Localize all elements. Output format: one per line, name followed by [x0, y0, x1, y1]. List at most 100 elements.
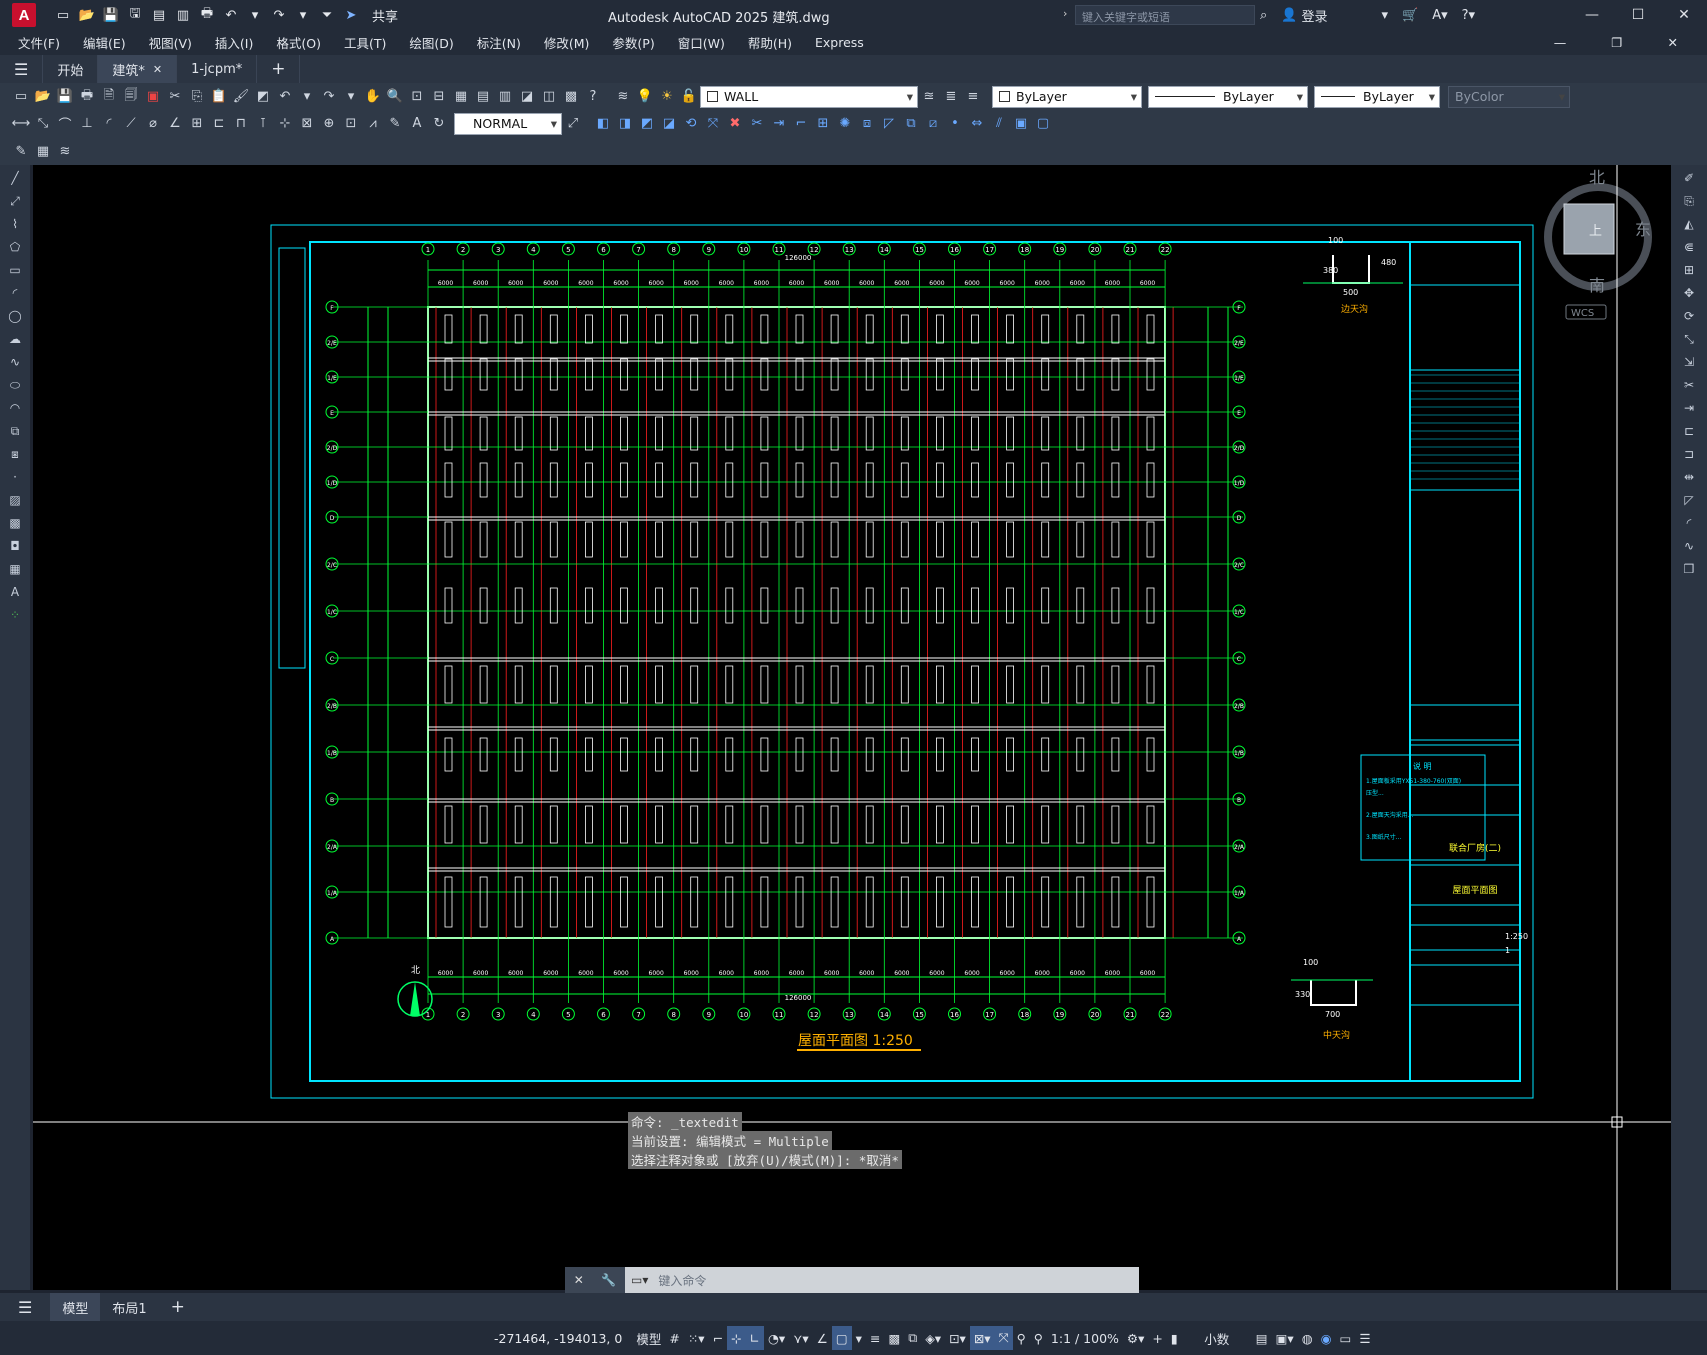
cart-icon[interactable]: 🛒: [1402, 8, 1418, 23]
calculator-icon[interactable]: ▩: [561, 87, 581, 107]
open-icon[interactable]: 📂: [33, 87, 53, 107]
isolate-objects-icon[interactable]: ◍: [1298, 1326, 1317, 1350]
lineweight-icon[interactable]: ≡: [866, 1326, 884, 1350]
lock-ui-icon[interactable]: ▣▾: [1272, 1326, 1298, 1350]
tab-layout1[interactable]: 布局1: [100, 1293, 158, 1321]
search-input[interactable]: 键入关键字或短语: [1075, 5, 1255, 25]
sheet-set-icon[interactable]: ◪: [517, 87, 537, 107]
polar-icon[interactable]: ◔▾: [764, 1326, 789, 1350]
color-dropdown[interactable]: ByLayer: [992, 85, 1142, 108]
explode-icon[interactable]: ❒: [1679, 559, 1699, 579]
new-tab-icon[interactable]: +: [257, 55, 301, 83]
point-icon[interactable]: •: [945, 114, 965, 134]
join-icon[interactable]: ⇹: [1679, 467, 1699, 487]
chamfer-icon[interactable]: ◸: [1679, 490, 1699, 510]
make-current-icon[interactable]: ≊: [919, 87, 939, 107]
extend-icon[interactable]: ⇥: [769, 114, 789, 134]
array-icon[interactable]: ⊞: [1679, 260, 1699, 280]
layer-states-icon[interactable]: ≡: [963, 87, 983, 107]
preview-icon[interactable]: 🗎: [99, 87, 119, 107]
layer-previous-icon[interactable]: ≣: [941, 87, 961, 107]
hamburger-menu-icon[interactable]: ☰: [0, 55, 44, 83]
gizmo-icon[interactable]: ⤧: [994, 1326, 1013, 1350]
fillet-icon[interactable]: ◜: [1679, 513, 1699, 533]
polygon-icon[interactable]: ⬠: [5, 237, 25, 257]
dim-edit-icon[interactable]: ✎: [385, 114, 405, 134]
redo-dropdown-icon[interactable]: ▾: [294, 6, 312, 24]
trim-icon[interactable]: ✂: [1679, 375, 1699, 395]
menu-tools[interactable]: 工具(T): [344, 33, 386, 52]
ellipse-icon[interactable]: ⬭: [5, 375, 25, 395]
break-obj-icon[interactable]: ⧄: [923, 114, 943, 134]
scale-icon[interactable]: ⤡: [1679, 329, 1699, 349]
auto-scale-icon[interactable]: ⚲: [1030, 1326, 1047, 1350]
doc-close-button[interactable]: ✕: [1668, 35, 1678, 50]
menu-parametric[interactable]: 参数(P): [612, 33, 654, 52]
insert-block-icon[interactable]: ⧉: [5, 421, 25, 441]
menu-edit[interactable]: 编辑(E): [83, 33, 126, 52]
block-editor-icon[interactable]: ◩: [253, 87, 273, 107]
line-icon[interactable]: ╱: [5, 168, 25, 188]
inspect-icon[interactable]: ⊡: [341, 114, 361, 134]
save-icon[interactable]: 💾: [102, 6, 120, 24]
zoom-window-icon[interactable]: ⊡: [407, 87, 427, 107]
jogged-icon[interactable]: ⟋: [121, 114, 141, 134]
menu-file[interactable]: 文件(F): [18, 33, 60, 52]
3d-osnap-icon[interactable]: ◈▾: [921, 1326, 945, 1350]
menu-view[interactable]: 视图(V): [149, 33, 192, 52]
model-space-button[interactable]: 模型: [632, 1326, 665, 1350]
jogged-linear-icon[interactable]: ⩘: [363, 114, 383, 134]
baseline-icon[interactable]: ⊏: [209, 114, 229, 134]
xline-icon[interactable]: ⤢: [5, 191, 25, 211]
zoom-previous-icon[interactable]: ⊟: [429, 87, 449, 107]
search-icon[interactable]: ⌕: [1260, 8, 1267, 23]
erase-icon[interactable]: ✖: [725, 114, 745, 134]
break-icon[interactable]: ⊐: [1679, 444, 1699, 464]
match-prop-icon[interactable]: 🖌: [231, 87, 251, 107]
drawing-canvas[interactable]: 联合厂房(二) 屋面平面图 1:250 1 112233445566778899…: [33, 165, 1671, 1290]
layout-menu-icon[interactable]: ☰: [0, 1293, 50, 1321]
lineweight-dropdown[interactable]: ByLayer: [1314, 85, 1440, 108]
layer-freeze-icon[interactable]: ☀: [657, 87, 677, 107]
mtext-icon[interactable]: A: [5, 582, 25, 602]
table-tool-icon[interactable]: ▦: [33, 141, 53, 161]
radius-icon[interactable]: ◜: [99, 114, 119, 134]
redo-icon[interactable]: ↷: [319, 87, 339, 107]
redo-dropdown-icon[interactable]: ▾: [341, 87, 361, 107]
erase-icon[interactable]: ✐: [1679, 168, 1699, 188]
menu-window[interactable]: 窗口(W): [678, 33, 725, 52]
stretch-icon[interactable]: ⇲: [1679, 352, 1699, 372]
copy-icon[interactable]: ⎘: [1679, 191, 1699, 211]
align-icon[interactable]: ⫽: [989, 114, 1009, 134]
customize-statusbar-icon[interactable]: ☰: [1355, 1326, 1374, 1350]
offset-icon[interactable]: ⧈: [857, 114, 877, 134]
quick-properties-icon[interactable]: ▤: [1252, 1326, 1272, 1350]
tab-close-icon[interactable]: ✕: [153, 63, 162, 76]
login-dropdown-icon[interactable]: ▾: [1381, 8, 1388, 23]
units-icon[interactable]: ▮: [1167, 1326, 1182, 1350]
close-command-line-icon[interactable]: ✕: [574, 1273, 584, 1287]
diameter-icon[interactable]: ⌀: [143, 114, 163, 134]
point-icon[interactable]: ·: [5, 467, 25, 487]
join-icon[interactable]: ⧉: [901, 114, 921, 134]
group-icon[interactable]: ▣: [1011, 114, 1031, 134]
center-mark-icon[interactable]: ⊕: [319, 114, 339, 134]
autodesk-a360-icon[interactable]: A▾: [1432, 8, 1447, 23]
coordinate-readout[interactable]: -271464, -194013, 0: [494, 1331, 622, 1346]
break-icon[interactable]: ⊹: [275, 114, 295, 134]
menu-draw[interactable]: 绘图(D): [409, 33, 453, 52]
login-button[interactable]: 登录: [1301, 6, 1327, 25]
rectangle-icon[interactable]: ▭: [5, 260, 25, 280]
array-icon[interactable]: ⊞: [813, 114, 833, 134]
add-selected-icon[interactable]: ⁘: [5, 605, 25, 625]
linetype-dropdown[interactable]: ByLayer: [1148, 85, 1308, 108]
command-input[interactable]: 键入命令: [658, 1272, 706, 1289]
ungroup-icon[interactable]: ▢: [1033, 114, 1053, 134]
clean-screen-icon[interactable]: ▭: [1336, 1326, 1356, 1350]
continue-icon[interactable]: ⊓: [231, 114, 251, 134]
minimize-button[interactable]: —: [1569, 0, 1615, 30]
layer-tool-icon[interactable]: ≋: [55, 141, 75, 161]
share-button[interactable]: 共享: [372, 6, 398, 25]
undo-icon[interactable]: ↶: [222, 6, 240, 24]
layer-properties-icon[interactable]: ≋: [613, 87, 633, 107]
